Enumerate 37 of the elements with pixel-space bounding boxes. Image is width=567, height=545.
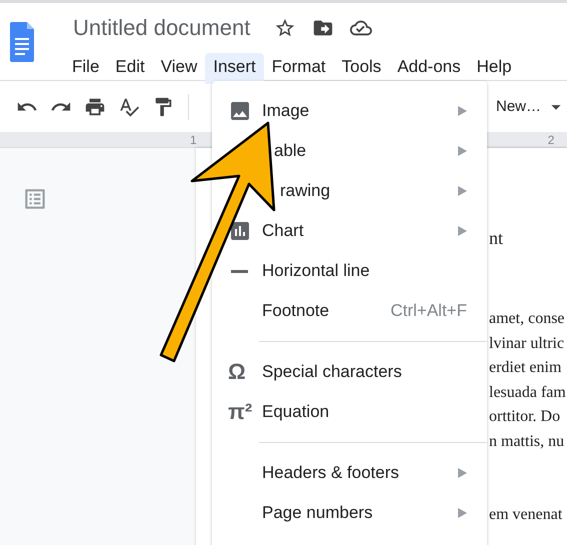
- document-text: n mattis, nu: [489, 432, 566, 452]
- menu-item[interactable]: Insert: [205, 53, 264, 84]
- menu-item[interactable]: File: [64, 53, 108, 84]
- menu-option[interactable]: able: [274, 141, 306, 161]
- docs-logo[interactable]: [10, 22, 34, 62]
- menu-option[interactable]: Page numbers: [262, 503, 373, 523]
- document-text: erdiet enim: [489, 358, 562, 378]
- chart-icon: [228, 219, 252, 243]
- document-text: amet, conse: [489, 309, 566, 329]
- shortcut-text: Ctrl+Alt+F: [390, 301, 467, 321]
- menu-option[interactable]: Chart: [262, 221, 304, 241]
- document-text: lesuada fam: [489, 382, 567, 402]
- document-title[interactable]: Untitled document: [73, 15, 250, 41]
- menu-item[interactable]: Format: [264, 53, 334, 84]
- document-text: orttitor. Do: [489, 407, 562, 427]
- menu-option[interactable]: Image: [262, 101, 310, 121]
- font-name[interactable]: New…: [496, 98, 541, 115]
- symbol-icon: Ω: [228, 359, 246, 385]
- menu-item[interactable]: Help: [468, 53, 520, 84]
- menu-option[interactable]: Headers & footers: [262, 463, 400, 483]
- menu-option[interactable]: Equation: [262, 402, 330, 422]
- ruler-number: 1: [190, 132, 197, 146]
- document-heading: nt: [489, 228, 504, 249]
- symbol-icon: π²: [228, 399, 252, 425]
- star-icon[interactable]: [274, 17, 296, 39]
- menu-item[interactable]: Edit: [107, 53, 153, 84]
- menu-item[interactable]: View: [152, 53, 206, 84]
- menu-item[interactable]: Add-ons: [389, 53, 469, 84]
- document-text: em venenat: [489, 506, 564, 524]
- menu-option[interactable]: Special characters: [262, 362, 402, 382]
- menu-option[interactable]: rawing: [280, 181, 330, 201]
- document-text: lvinar ultric: [489, 334, 566, 354]
- menu-option[interactable]: Horizontal line: [262, 261, 370, 281]
- image-icon: [228, 99, 252, 123]
- ruler-number: 2: [548, 132, 554, 146]
- menu-option[interactable]: Footnote: [262, 301, 330, 321]
- menu-item[interactable]: Tools: [334, 53, 390, 84]
